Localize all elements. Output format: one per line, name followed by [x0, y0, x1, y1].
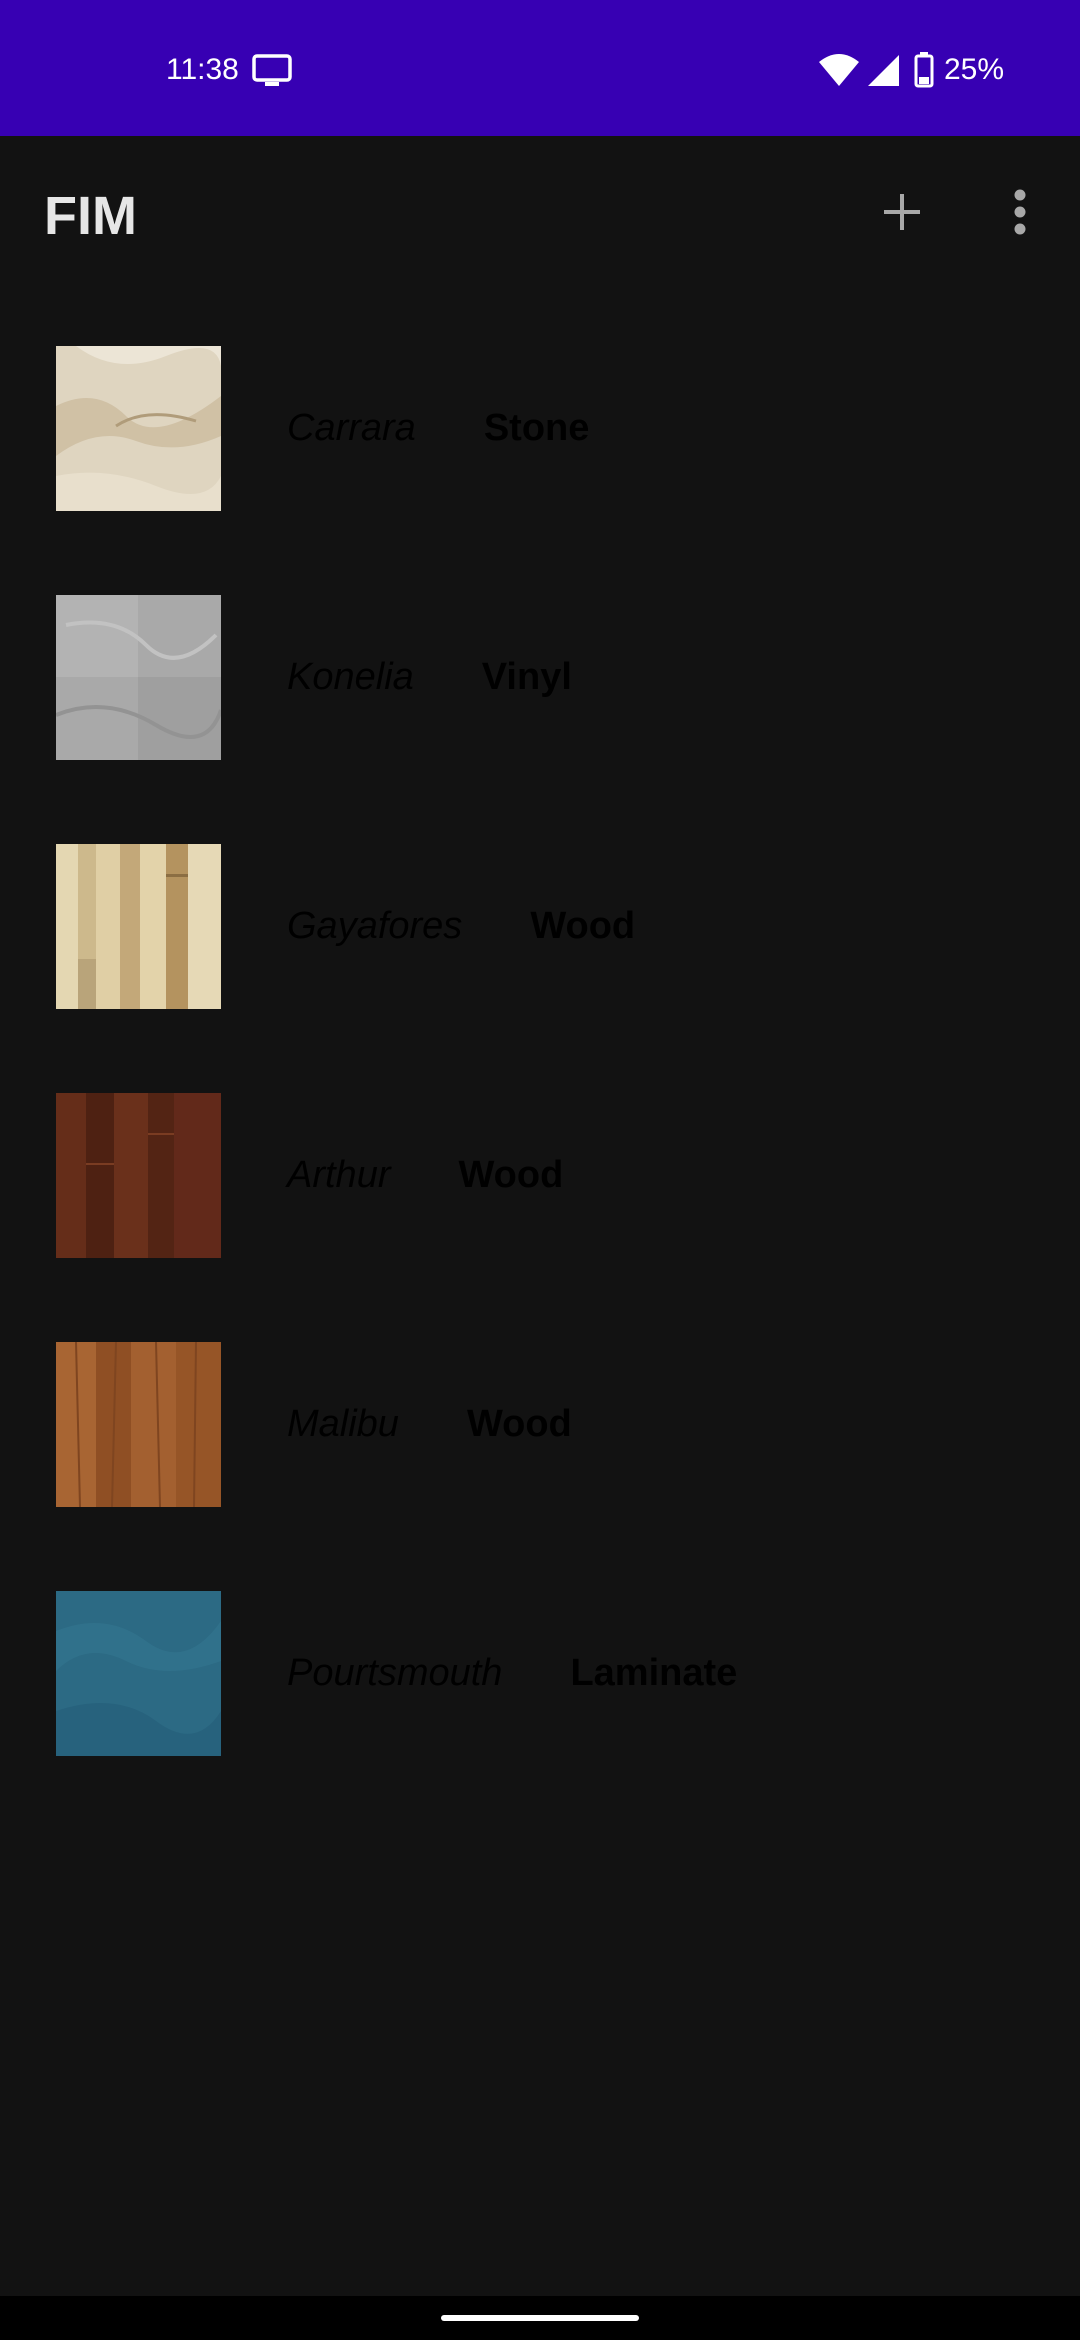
floor-name: Carrara: [287, 406, 416, 449]
battery-percent: 25%: [943, 53, 1004, 86]
app-bar: FIM: [0, 136, 1080, 296]
floor-name: Pourtsmouth: [287, 1651, 503, 1694]
floor-type: Wood: [530, 904, 636, 947]
status-right-group: 25%: [818, 48, 1004, 92]
list-item[interactable]: Konelia Vinyl: [0, 595, 1080, 844]
floor-list: Carrara Stone Konelia Vinyl Gayafores Wo…: [0, 346, 1080, 1840]
floor-type: Vinyl: [481, 655, 572, 698]
more-options-button[interactable]: [988, 180, 1052, 244]
more-vert-icon: [1014, 189, 1026, 235]
floor-thumbnail: [56, 1342, 221, 1507]
signal-icon: [866, 53, 900, 87]
list-item[interactable]: Arthur Wood: [0, 1093, 1080, 1342]
wifi-icon: [818, 53, 860, 87]
list-item[interactable]: Pourtsmouth Laminate: [0, 1591, 1080, 1840]
floor-info: Pourtsmouth Laminate: [287, 1641, 737, 1705]
floor-type: Wood: [466, 1402, 572, 1445]
home-gesture-handle[interactable]: [441, 2315, 639, 2321]
floor-name: Arthur: [287, 1153, 391, 1196]
floor-thumbnail: [56, 346, 221, 511]
floor-type: Wood: [458, 1153, 564, 1196]
floor-name: Konelia: [287, 655, 414, 698]
floor-type: Stone: [483, 406, 590, 449]
floor-info: Arthur Wood: [287, 1143, 563, 1207]
navigation-bar: [0, 2296, 1080, 2340]
floor-name: Malibu: [287, 1402, 399, 1445]
add-icon: [884, 194, 920, 230]
list-item[interactable]: Malibu Wood: [0, 1342, 1080, 1591]
list-item[interactable]: Carrara Stone: [0, 346, 1080, 595]
floor-info: Carrara Stone: [287, 396, 589, 460]
list-item[interactable]: Gayafores Wood: [0, 844, 1080, 1093]
floor-type: Laminate: [570, 1651, 738, 1694]
floor-info: Malibu Wood: [287, 1392, 572, 1456]
floor-thumbnail: [56, 595, 221, 760]
floor-thumbnail: [56, 1591, 221, 1756]
floor-thumbnail: [56, 844, 221, 1009]
floor-info: Gayafores Wood: [287, 894, 635, 958]
floor-name: Gayafores: [287, 904, 463, 947]
page-title: FIM: [44, 186, 137, 246]
status-bar: 11:38 25%: [0, 0, 1080, 136]
cast-icon: [252, 54, 292, 88]
add-button[interactable]: [870, 180, 934, 244]
status-time: 11:38: [166, 53, 239, 86]
floor-info: Konelia Vinyl: [287, 645, 572, 709]
battery-icon: [914, 52, 934, 88]
floor-thumbnail: [56, 1093, 221, 1258]
